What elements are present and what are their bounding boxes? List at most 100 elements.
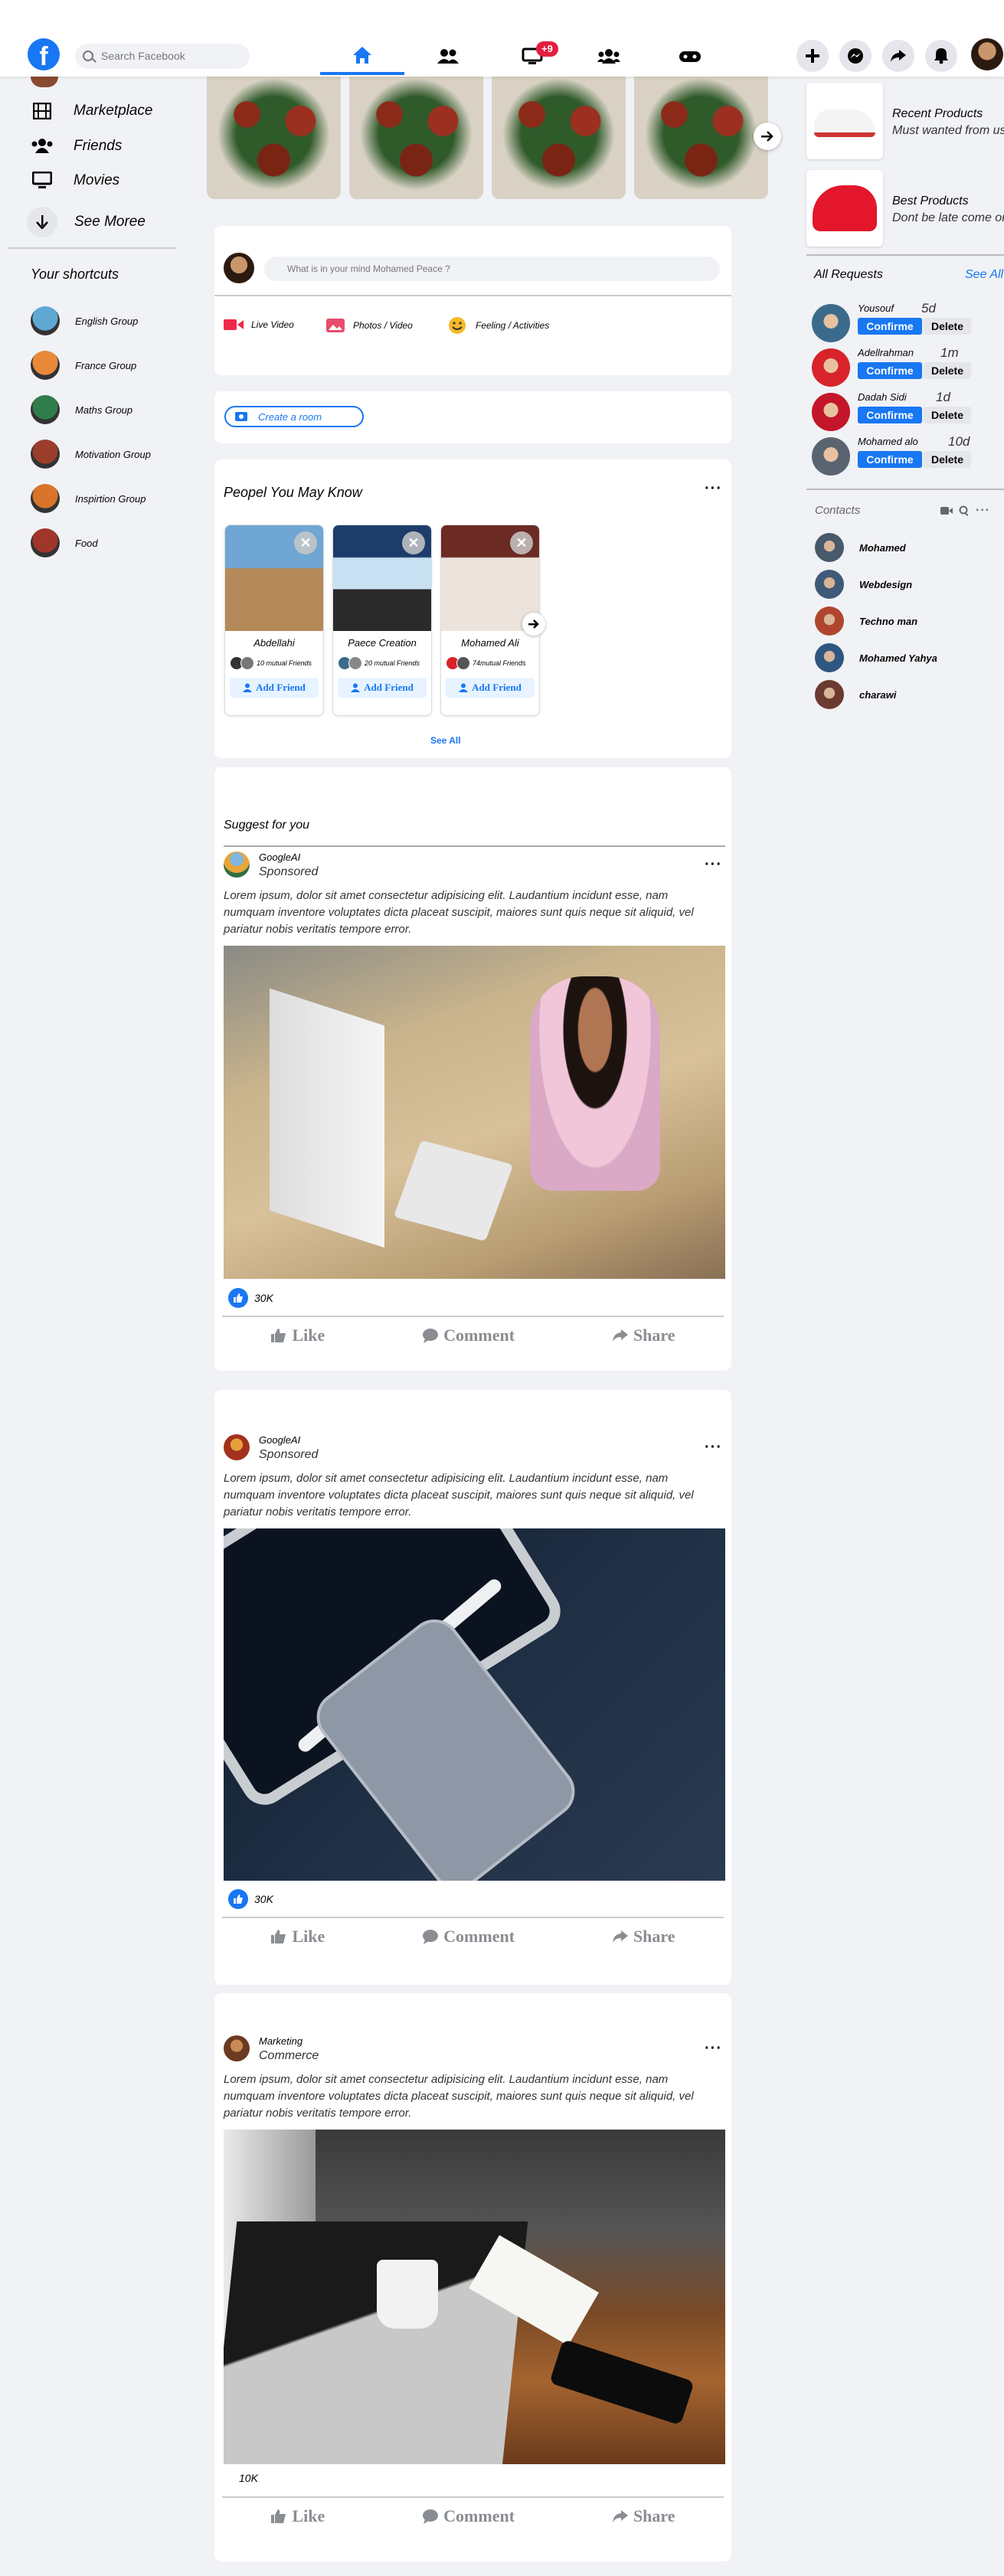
contact-item[interactable]: Mohamed xyxy=(815,533,906,562)
request-name[interactable]: Yousouf xyxy=(858,302,894,314)
request-avatar[interactable] xyxy=(812,393,850,431)
add-friend-button[interactable]: Add Friend xyxy=(446,678,535,698)
request-avatar[interactable] xyxy=(812,437,850,476)
live-video-button[interactable]: Live Video xyxy=(224,318,294,332)
delete-button[interactable]: Delete xyxy=(924,318,971,335)
friend-name[interactable]: Paece Creation xyxy=(333,637,431,649)
contact-item[interactable]: Mohamed Yahya xyxy=(815,643,937,672)
story-card[interactable] xyxy=(634,69,768,199)
tab-watch[interactable]: +9 xyxy=(490,38,574,75)
add-friend-button[interactable]: Add Friend xyxy=(338,678,427,698)
more-options-icon[interactable]: ··· xyxy=(705,481,722,496)
post-image[interactable] xyxy=(224,2130,725,2464)
request-name[interactable]: Mohamed alo xyxy=(858,436,918,447)
shortcut-item[interactable]: Motivation Group xyxy=(31,440,151,469)
sidebar-item-marketplace[interactable]: Marketplace xyxy=(31,101,153,121)
bell-icon xyxy=(934,48,948,64)
post-author-avatar[interactable] xyxy=(224,852,250,878)
contact-item[interactable]: Webdesign xyxy=(815,570,912,599)
confirm-button[interactable]: Confirme xyxy=(858,451,922,468)
feeling-activity-button[interactable]: Feeling / Activities xyxy=(448,316,549,335)
like-count[interactable]: 30K xyxy=(228,1288,273,1308)
suggested-friend-card[interactable]: ✕ Abdellahi 10 mutual Friends Add Friend xyxy=(224,525,324,716)
delete-button[interactable]: Delete xyxy=(924,407,971,423)
close-icon[interactable]: ✕ xyxy=(294,531,317,554)
story-card[interactable] xyxy=(207,69,341,199)
add-friend-button[interactable]: Add Friend xyxy=(230,678,319,698)
delete-button[interactable]: Delete xyxy=(924,451,971,468)
search-input[interactable]: Search Facebook xyxy=(75,44,250,69)
contact-item[interactable]: Techno man xyxy=(815,606,917,636)
shortcut-item[interactable]: Inspirtion Group xyxy=(31,484,146,513)
like-count[interactable]: 10K xyxy=(239,2472,258,2484)
shortcut-item[interactable]: France Group xyxy=(31,351,136,380)
like-button[interactable]: Like xyxy=(270,1927,325,1947)
photos-video-button[interactable]: Photos / Video xyxy=(325,318,413,333)
request-avatar[interactable] xyxy=(812,348,850,387)
like-count[interactable]: 30K xyxy=(228,1889,273,1909)
suggested-friend-card[interactable]: ✕ Paece Creation 20 mutual Friends Add Frie… xyxy=(332,525,432,716)
people-next-button[interactable] xyxy=(522,613,545,636)
post-image[interactable] xyxy=(224,1528,725,1881)
sidebar-item-see-more[interactable]: See Moree xyxy=(27,207,146,237)
share-button[interactable]: Share xyxy=(612,2506,675,2526)
confirm-button[interactable]: Confirme xyxy=(858,362,922,379)
tab-home[interactable] xyxy=(320,38,404,75)
create-button[interactable] xyxy=(796,40,829,72)
close-icon[interactable]: ✕ xyxy=(402,531,425,554)
facebook-logo[interactable]: f xyxy=(28,38,60,70)
video-camera-icon[interactable] xyxy=(940,506,953,515)
shortcut-item[interactable]: English Group xyxy=(31,306,138,335)
profile-avatar-partial[interactable] xyxy=(31,77,58,87)
story-card[interactable] xyxy=(492,69,626,199)
friend-name[interactable]: Mohamed Ali xyxy=(441,637,539,649)
confirm-button[interactable]: Confirme xyxy=(858,318,922,335)
request-name[interactable]: Adellrahman xyxy=(858,347,914,358)
post-author-avatar[interactable] xyxy=(224,1434,250,1460)
contact-item[interactable]: charawi xyxy=(815,680,896,709)
more-options-icon[interactable]: ··· xyxy=(705,1440,722,1455)
request-name[interactable]: Dadah Sidi xyxy=(858,391,907,403)
share-button[interactable]: Share xyxy=(612,1326,675,1345)
like-button[interactable]: Like xyxy=(270,2506,325,2526)
sidebar-item-friends[interactable]: Friends xyxy=(31,136,122,156)
see-all-people-link[interactable]: See All xyxy=(430,735,461,746)
post-author-name[interactable]: Marketing xyxy=(259,2035,303,2047)
comment-button[interactable]: Comment xyxy=(422,1326,515,1345)
share-button[interactable]: Share xyxy=(612,1927,675,1947)
confirm-button[interactable]: Confirme xyxy=(858,407,922,423)
create-room-button[interactable]: Create a room xyxy=(224,406,364,427)
share-button-top[interactable] xyxy=(882,40,914,72)
notifications-button[interactable] xyxy=(925,40,957,72)
composer-input[interactable]: What is in your mind Mohamed Peace ? xyxy=(264,257,720,281)
messenger-button[interactable] xyxy=(839,40,872,72)
search-icon[interactable] xyxy=(959,505,970,516)
comment-button[interactable]: Comment xyxy=(422,1927,515,1947)
post-author-name[interactable]: GoogleAI xyxy=(259,1434,300,1446)
shortcut-item[interactable]: Maths Group xyxy=(31,395,132,424)
tab-friends[interactable] xyxy=(406,38,490,75)
sidebar-item-movies[interactable]: Movies xyxy=(31,171,119,191)
shortcut-item[interactable]: Food xyxy=(31,528,98,557)
tab-gaming[interactable] xyxy=(648,38,732,75)
like-button[interactable]: Like xyxy=(270,1326,325,1345)
best-products-item[interactable]: Best Products Dont be late come on xyxy=(806,170,1004,247)
requests-see-all-link[interactable]: See All xyxy=(965,268,1003,282)
request-avatar[interactable] xyxy=(812,304,850,342)
post-author-name[interactable]: GoogleAI xyxy=(259,852,300,863)
tab-groups[interactable] xyxy=(567,38,651,75)
post-image[interactable] xyxy=(224,946,725,1279)
product-image xyxy=(806,83,883,159)
friend-name[interactable]: Abdellahi xyxy=(225,637,323,649)
more-options-icon[interactable]: ··· xyxy=(705,2041,722,2056)
delete-button[interactable]: Delete xyxy=(924,362,971,379)
more-options-icon[interactable]: ··· xyxy=(705,857,722,872)
more-options-icon[interactable]: ··· xyxy=(976,505,990,517)
close-icon[interactable]: ✕ xyxy=(510,531,533,554)
profile-avatar[interactable] xyxy=(971,38,1003,70)
stories-next-button[interactable] xyxy=(754,123,781,150)
story-card[interactable] xyxy=(349,69,483,199)
recent-products-item[interactable]: Recent Products Must wanted from us xyxy=(806,83,1004,159)
post-author-avatar[interactable] xyxy=(224,2035,250,2061)
comment-button[interactable]: Comment xyxy=(422,2506,515,2526)
